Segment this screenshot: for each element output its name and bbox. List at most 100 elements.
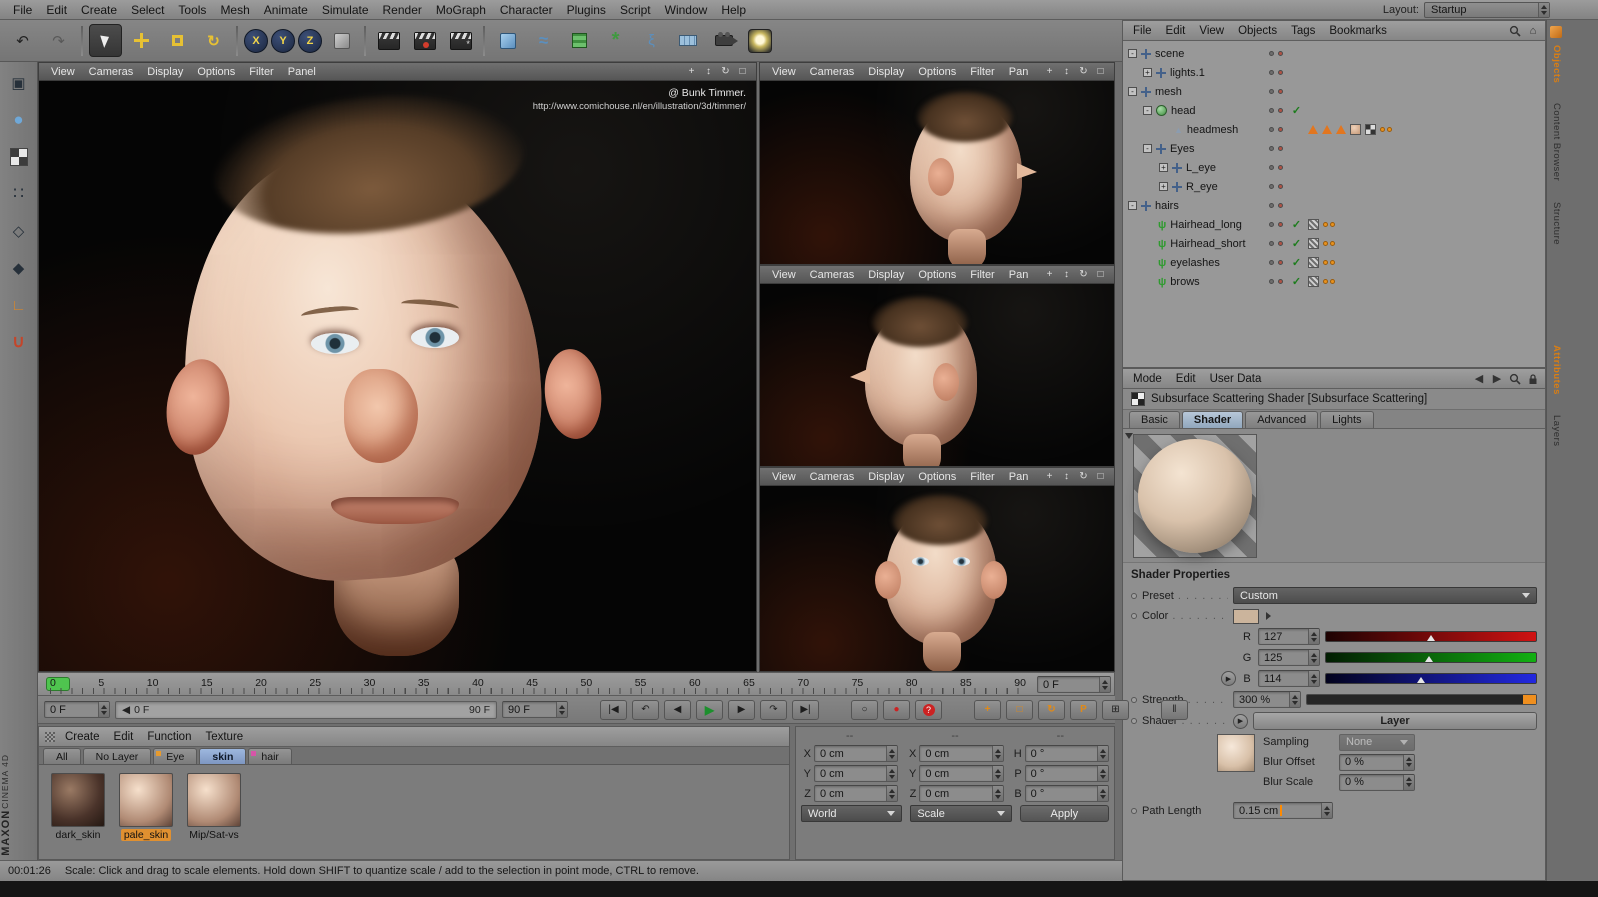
stepper-icon[interactable] <box>1403 774 1414 790</box>
snap-magnet-button[interactable]: ∪ <box>4 327 34 357</box>
strength-slider[interactable] <box>1306 694 1537 705</box>
am-menu-user-data[interactable]: User Data <box>1204 373 1268 385</box>
slider-marker-icon[interactable] <box>1416 677 1425 683</box>
om-menu-bookmarks[interactable]: Bookmarks <box>1323 25 1393 37</box>
material-thumbnail[interactable] <box>119 773 173 827</box>
record-pla-toggle[interactable]: ⊞ <box>1102 699 1129 720</box>
slider-handle[interactable] <box>1523 695 1536 704</box>
range-end-field[interactable]: 90 F <box>502 701 568 718</box>
enable-check-icon[interactable]: ✓ <box>1289 104 1304 117</box>
stepper-icon[interactable] <box>1308 629 1319 644</box>
material-thumbnail[interactable] <box>187 773 241 827</box>
menubar-item-plugins[interactable]: Plugins <box>560 3 613 17</box>
channel-r-field[interactable]: 127 <box>1258 628 1320 645</box>
size-y-field[interactable]: 0 cm <box>919 765 1004 782</box>
point-mode-button[interactable]: ∷ <box>4 179 34 209</box>
viewport-pan-icon[interactable]: + <box>1042 471 1057 482</box>
strength-field[interactable]: 300 % <box>1233 691 1301 708</box>
mat-menu-function[interactable]: Function <box>141 731 197 743</box>
enable-check-icon[interactable]: ✓ <box>1289 275 1304 288</box>
lock-x-axis-button[interactable]: X <box>244 28 268 53</box>
mode-select[interactable]: Scale <box>910 805 1012 822</box>
menubar-item-character[interactable]: Character <box>493 3 560 17</box>
expander-icon[interactable] <box>1128 49 1137 58</box>
expander-icon[interactable] <box>1159 182 1168 191</box>
stepper-icon[interactable] <box>1099 677 1110 692</box>
stepper-icon[interactable] <box>1096 746 1108 761</box>
visibility-dots[interactable] <box>1263 260 1289 265</box>
uvw-tag-icon[interactable] <box>1322 125 1332 134</box>
viewport-maximize-icon[interactable]: □ <box>1093 269 1108 280</box>
stepper-icon[interactable] <box>98 702 109 717</box>
menubar-item-mograph[interactable]: MoGraph <box>429 3 493 17</box>
tab-advanced[interactable]: Advanced <box>1245 411 1319 428</box>
vp-menu-display[interactable]: Display <box>862 269 910 281</box>
viewport-pan-icon[interactable]: + <box>1042 269 1057 280</box>
channel-b-field[interactable]: 114 <box>1258 670 1320 687</box>
hair-material-tag-icon[interactable] <box>1308 257 1319 268</box>
layout-stepper[interactable] <box>1538 2 1549 17</box>
shader-preview-box[interactable] <box>1133 434 1257 558</box>
record-parameter-toggle[interactable]: P <box>1070 699 1097 720</box>
render-view-button[interactable] <box>372 24 405 57</box>
visibility-dots[interactable] <box>1263 51 1289 56</box>
object-row-hairhead-short[interactable]: ψ Hairhead_short ✓ <box>1123 234 1545 253</box>
selection-tag-icon[interactable] <box>1336 125 1346 134</box>
redo-button[interactable]: ↷ <box>42 24 75 57</box>
shader-expand-button[interactable]: ▶ <box>1233 713 1248 729</box>
object-row-brows[interactable]: ψ brows ✓ <box>1123 272 1545 291</box>
tag-list[interactable] <box>1304 276 1541 287</box>
viewport-pan-icon[interactable]: + <box>1042 66 1057 77</box>
menubar-item-mesh[interactable]: Mesh <box>213 3 256 17</box>
previous-frame-button[interactable]: ◀ <box>664 699 691 720</box>
object-row-head[interactable]: head ✓ <box>1123 101 1545 120</box>
goto-end-button[interactable]: ▶| <box>792 699 819 720</box>
am-menu-mode[interactable]: Mode <box>1127 373 1168 385</box>
tab-shader[interactable]: Shader <box>1181 411 1244 428</box>
stepper-icon[interactable] <box>1096 786 1108 801</box>
viewport-canvas[interactable] <box>760 284 1114 466</box>
layer-shader-thumbnail[interactable] <box>1217 734 1255 772</box>
am-menu-edit[interactable]: Edit <box>1170 373 1202 385</box>
axis-mode-button[interactable]: ∟ <box>4 290 34 320</box>
rotation-p-field[interactable]: 0 ° <box>1024 765 1109 782</box>
menubar-item-create[interactable]: Create <box>74 3 124 17</box>
om-menu-edit[interactable]: Edit <box>1160 25 1192 37</box>
tag-list[interactable] <box>1304 238 1541 249</box>
viewport-orbit-icon[interactable]: ↻ <box>1076 66 1091 77</box>
vp-menu-cameras[interactable]: Cameras <box>804 66 861 78</box>
viewport-orbit-icon[interactable]: ↻ <box>1076 471 1091 482</box>
layer-tab-no-layer[interactable]: No Layer <box>82 748 152 764</box>
object-row-eyelashes[interactable]: ψ eyelashes ✓ <box>1123 253 1545 272</box>
stepper-icon[interactable] <box>886 786 898 801</box>
object-row-hairs[interactable]: hairs <box>1123 196 1545 215</box>
make-editable-button[interactable]: ▣ <box>4 68 34 98</box>
edge-mode-button[interactable]: ◇ <box>4 216 34 246</box>
restriction-tag-icon[interactable] <box>1323 222 1335 227</box>
color-mode-button[interactable]: ▶ <box>1221 671 1236 686</box>
tag-list[interactable] <box>1304 219 1541 230</box>
expander-icon[interactable] <box>1143 106 1152 115</box>
keyframe-bar-button[interactable]: ‖ <box>1161 699 1188 720</box>
color-fold-icon[interactable] <box>1266 612 1271 620</box>
rotation-h-field[interactable]: 0 ° <box>1024 745 1109 762</box>
tag-list[interactable] <box>1304 257 1541 268</box>
object-row-eyes[interactable]: Eyes <box>1123 139 1545 158</box>
stepper-icon[interactable] <box>1308 671 1319 686</box>
viewport-dolly-icon[interactable]: ↕ <box>701 66 716 77</box>
space-select[interactable]: World <box>801 805 903 822</box>
record-scale-toggle[interactable]: □ <box>1006 699 1033 720</box>
vp-menu-view[interactable]: View <box>766 66 802 78</box>
panel-tab-layers[interactable]: Layers <box>1550 412 1563 450</box>
object-row-lights[interactable]: lights.1 <box>1123 63 1545 82</box>
visibility-dots[interactable] <box>1263 70 1289 75</box>
object-row-r-eye[interactable]: R_eye <box>1123 177 1545 196</box>
vp-menu-options[interactable]: Options <box>912 66 962 78</box>
menubar-item-window[interactable]: Window <box>658 3 715 17</box>
menubar-item-animate[interactable]: Animate <box>257 3 315 17</box>
apply-button[interactable]: Apply <box>1019 805 1109 822</box>
undo-button[interactable]: ↶ <box>6 24 39 57</box>
preview-range-slider[interactable]: ◀ 0 F 90 F <box>115 700 497 719</box>
live-selection-button[interactable] <box>89 24 122 57</box>
vp-menu-filter[interactable]: Filter <box>964 66 1000 78</box>
